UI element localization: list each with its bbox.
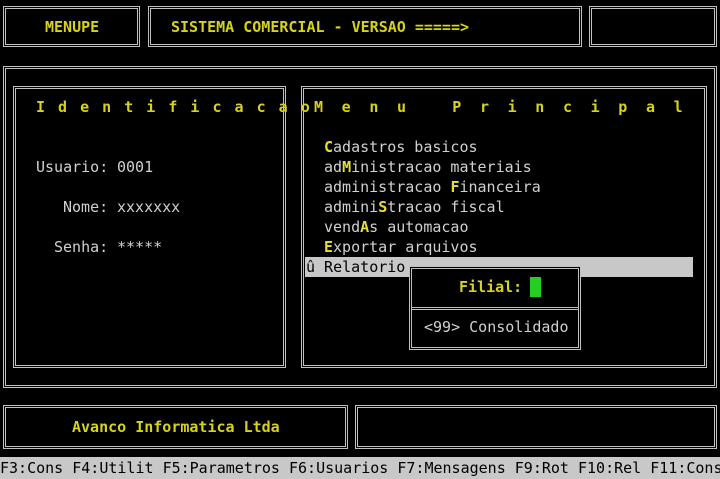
main-menu-title: M e n u P r i n c i p a l: [314, 98, 688, 116]
function-key[interactable]: F5:Parametros: [163, 459, 280, 477]
menu-item-text: xportar arquivos: [333, 238, 478, 256]
menu-item[interactable]: adminiStracao fiscal: [324, 197, 505, 217]
password-value: *****: [117, 238, 163, 256]
identification-panel: [13, 86, 286, 368]
version-box: [589, 6, 717, 47]
company-name: Avanco Informatica Ltda: [72, 418, 280, 436]
user-value: 0001: [117, 158, 154, 176]
status-box: [355, 405, 717, 449]
function-key[interactable]: F4:Utilit: [72, 459, 153, 477]
menu-item-text: admini: [324, 198, 379, 216]
menu-item[interactable]: vendAs automacao: [324, 217, 469, 237]
menu-item[interactable]: adMinistracao materiais: [324, 157, 532, 177]
menu-item-text: s automacao: [369, 218, 469, 236]
function-key[interactable]: F7:Mensagens: [397, 459, 505, 477]
menu-item-hotkey: A: [360, 218, 370, 236]
filial-popup-divider: [412, 307, 578, 310]
consolidated-option[interactable]: <99> Consolidado: [424, 317, 569, 337]
menu-item-hotkey: C: [324, 138, 334, 156]
menu-item-text: ad: [324, 158, 343, 176]
menu-item-text: tracao fiscal: [387, 198, 505, 216]
menu-item[interactable]: Exportar arquivos: [324, 237, 478, 257]
function-key[interactable]: F11:Cons: [650, 459, 720, 477]
menu-item-hotkey: E: [324, 238, 334, 256]
filial-label: Filial:: [459, 278, 523, 296]
filial-input[interactable]: [530, 277, 541, 297]
user-label: Usuario:: [36, 158, 109, 176]
name-value: xxxxxxx: [117, 198, 181, 216]
menu-item[interactable]: administracao Financeira: [324, 177, 541, 197]
menu-item-text: vend: [324, 218, 361, 236]
function-key[interactable]: F3:Cons: [0, 459, 63, 477]
menu-item-relatorio-label: û Relatorio: [306, 258, 406, 276]
function-key[interactable]: F6:Usuarios: [289, 459, 388, 477]
menu-item-hotkey: M: [342, 158, 352, 176]
function-key-bar: F3:Cons F4:Utilit F5:Parametros F6:Usuar…: [0, 457, 720, 479]
function-key[interactable]: F9:Rot: [515, 459, 569, 477]
program-name: MENUPE: [45, 18, 100, 36]
password-label: Senha:: [54, 238, 109, 256]
menu-item-text: administracao: [324, 178, 451, 196]
name-label: Nome:: [63, 198, 109, 216]
system-title: SISTEMA COMERCIAL - VERSAO =====>: [171, 18, 470, 36]
function-key[interactable]: F10:Rel: [578, 459, 641, 477]
menu-item-hotkey: S: [378, 198, 388, 216]
menu-item[interactable]: Cadastros basicos: [324, 137, 478, 157]
menu-item-text: inistracao materiais: [351, 158, 532, 176]
identification-title: I d e n t i f i c a c a o: [36, 98, 312, 116]
menu-item-text: inanceira: [459, 178, 541, 196]
menu-item-text: adastros basicos: [333, 138, 478, 156]
